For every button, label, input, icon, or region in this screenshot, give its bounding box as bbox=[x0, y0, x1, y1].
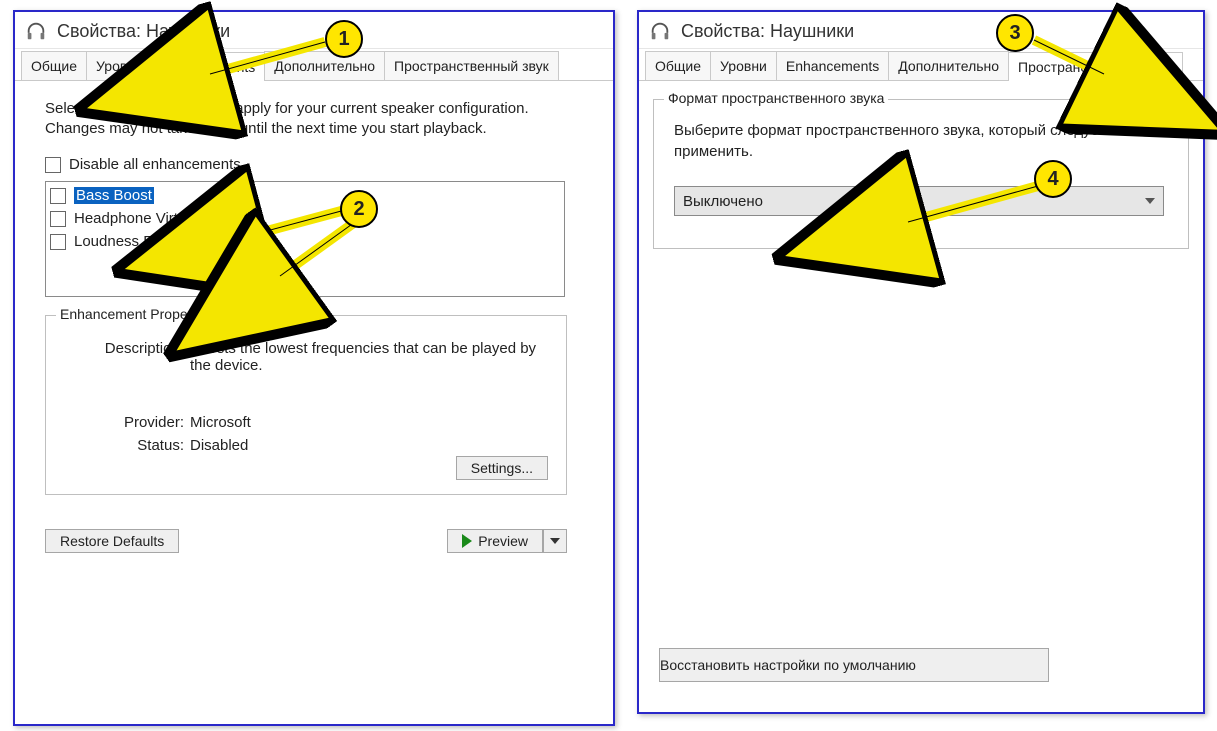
provider-label: Provider: bbox=[64, 414, 184, 431]
tab-levels[interactable]: Уровни bbox=[710, 51, 777, 80]
list-item[interactable]: Headphone Virtualization bbox=[50, 207, 560, 230]
tab-advanced[interactable]: Дополнительно bbox=[264, 51, 385, 80]
enhancement-label: Headphone Virtualization bbox=[74, 210, 241, 227]
desc-value: Boosts the lowest frequencies that can b… bbox=[190, 340, 548, 374]
status-label: Status: bbox=[64, 437, 184, 454]
provider-value: Microsoft bbox=[190, 414, 548, 431]
preview-split-button[interactable] bbox=[543, 529, 567, 553]
restore-defaults-button[interactable]: Restore Defaults bbox=[45, 529, 179, 553]
headphones-icon bbox=[25, 20, 47, 42]
spatial-instructions: Выберите формат пространственного звука,… bbox=[674, 120, 1154, 162]
disable-all-label: Disable all enhancements bbox=[69, 156, 241, 173]
tab-bar: Общие Уровни Enhancements Дополнительно … bbox=[639, 49, 1203, 81]
enhancements-list[interactable]: Bass Boost Headphone Virtualization Loud… bbox=[45, 181, 565, 297]
chevron-down-icon bbox=[1145, 198, 1155, 204]
enhancement-checkbox[interactable] bbox=[50, 188, 66, 204]
enhancement-label: Bass Boost bbox=[74, 187, 154, 204]
tab-enhancements[interactable]: Enhancements bbox=[152, 52, 265, 81]
spatial-sound-group: Формат пространственного звука Выберите … bbox=[653, 99, 1189, 249]
callout-3: 3 bbox=[996, 14, 1034, 52]
headphones-icon bbox=[649, 20, 671, 42]
group-legend: Формат пространственного звука bbox=[664, 90, 888, 106]
enhancement-checkbox[interactable] bbox=[50, 211, 66, 227]
callout-1: 1 bbox=[325, 20, 363, 58]
dialog-titlebar: Свойства: Наушники bbox=[639, 12, 1203, 49]
status-value: Disabled bbox=[190, 437, 548, 454]
enhancement-checkbox[interactable] bbox=[50, 234, 66, 250]
tab-spatial-sound[interactable]: Пространственный звук bbox=[384, 51, 559, 80]
callout-4: 4 bbox=[1034, 160, 1072, 198]
spatial-format-combo[interactable]: Выключено bbox=[674, 186, 1164, 216]
settings-button[interactable]: Settings... bbox=[456, 456, 548, 480]
disable-all-checkbox[interactable] bbox=[45, 157, 61, 173]
list-item[interactable]: Bass Boost bbox=[50, 184, 560, 207]
combo-value: Выключено bbox=[683, 193, 763, 210]
desc-label: Description: bbox=[64, 340, 184, 374]
preview-label: Preview bbox=[478, 533, 528, 549]
dialog-headphones-spatial: Свойства: Наушники Общие Уровни Enhancem… bbox=[637, 10, 1205, 714]
tab-general[interactable]: Общие bbox=[645, 51, 711, 80]
tab-content: Select the enhancements to apply for you… bbox=[15, 81, 613, 571]
disable-all-row[interactable]: Disable all enhancements bbox=[45, 156, 595, 173]
play-icon bbox=[462, 534, 472, 548]
preview-button[interactable]: Preview bbox=[447, 529, 543, 553]
dialog-title: Свойства: Наушники bbox=[57, 21, 230, 42]
tab-bar: Общие Уровни Enhancements Дополнительно … bbox=[15, 49, 613, 81]
enhancements-description: Select the enhancements to apply for you… bbox=[45, 99, 585, 138]
enhancement-properties-group: Enhancement Properties Description: Boos… bbox=[45, 315, 567, 495]
chevron-down-icon bbox=[550, 538, 560, 544]
dialog-headphones-enhancements: Свойства: Наушники Общие Уровни Enhancem… bbox=[13, 10, 615, 726]
tab-enhancements[interactable]: Enhancements bbox=[776, 51, 889, 80]
callout-2: 2 bbox=[340, 190, 378, 228]
group-legend: Enhancement Properties bbox=[56, 306, 218, 322]
dialog-titlebar: Свойства: Наушники bbox=[15, 12, 613, 49]
list-item[interactable]: Loudness Equalization bbox=[50, 230, 560, 253]
enhancement-label: Loudness Equalization bbox=[74, 233, 225, 250]
tab-levels[interactable]: Уровни bbox=[86, 51, 153, 80]
restore-defaults-button[interactable]: Восстановить настройки по умолчанию bbox=[659, 648, 1049, 682]
tab-general[interactable]: Общие bbox=[21, 51, 87, 80]
tab-advanced[interactable]: Дополнительно bbox=[888, 51, 1009, 80]
dialog-title: Свойства: Наушники bbox=[681, 21, 854, 42]
tab-spatial-sound[interactable]: Пространственный звук bbox=[1008, 52, 1183, 81]
